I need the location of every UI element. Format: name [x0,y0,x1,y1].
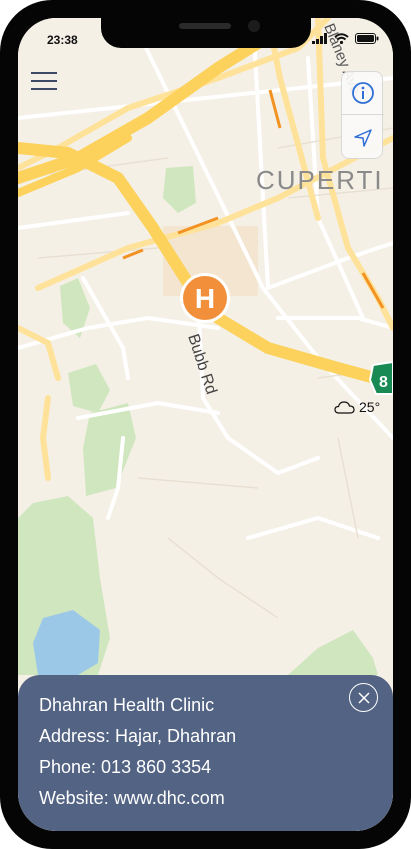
front-camera [248,20,260,32]
info-button[interactable] [342,72,384,115]
clinic-website[interactable]: Website: www.dhc.com [39,786,393,817]
clinic-marker[interactable]: H [180,273,230,323]
battery-icon [355,32,379,44]
hamburger-menu-button[interactable] [31,70,59,92]
map-controls [341,71,384,159]
cloud-icon [334,401,355,414]
weather-indicator: 25° [334,399,380,415]
clinic-info-panel: Dhahran Health Clinic Address: Hajar, Dh… [18,675,393,831]
current-location-button[interactable] [342,116,384,159]
location-arrow-icon [354,128,372,147]
clinic-marker-letter: H [195,283,215,314]
status-icons [312,31,379,45]
clinic-address: Address: Hajar, Dhahran [39,726,237,746]
temperature-label: 25° [359,399,381,415]
info-icon [352,82,374,104]
city-label: CUPERTI [256,165,384,195]
speaker-grille [179,23,231,29]
clinic-phone[interactable]: Phone: 013 860 3354 [39,755,393,786]
clinic-name: Dhahran Health Clinic [39,695,215,715]
screen: 8 CUPERTI Bubb Rd Blaney Ave H 23:38 25°… [18,18,393,831]
signal-icon [312,32,327,44]
device-notch [101,18,311,48]
close-button[interactable] [349,683,378,712]
wifi-icon [334,32,349,44]
status-time: 23:38 [47,33,78,47]
close-icon [357,691,370,704]
phone-frame: 8 CUPERTI Bubb Rd Blaney Ave H 23:38 25°… [0,0,411,849]
highway-shield: 8 [368,360,393,395]
hamburger-menu-icon [31,72,57,90]
highway-shield-number: 8 [379,374,388,391]
